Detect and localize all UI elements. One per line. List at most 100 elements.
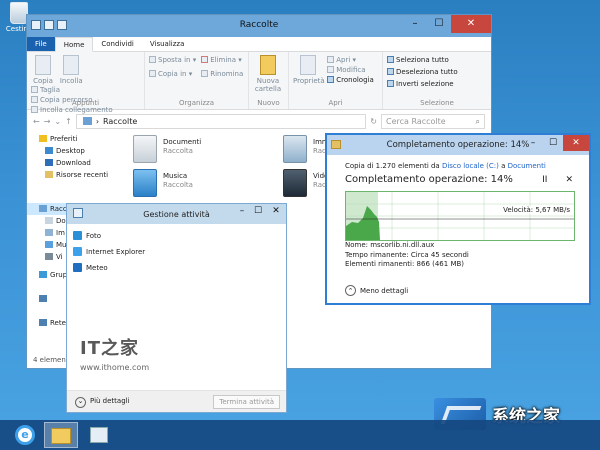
- copy-icon: [35, 55, 51, 75]
- copy-to-icon: [149, 70, 156, 77]
- speed-label: Velocità: 5,67 MB/s: [503, 206, 570, 214]
- taskbar-task-manager[interactable]: [82, 422, 116, 448]
- documents-icon: [45, 217, 53, 224]
- open-button[interactable]: Apri ▾: [327, 55, 374, 65]
- watermark: IT之家 www.ithome.com: [80, 334, 149, 372]
- pause-button[interactable]: II: [542, 175, 547, 185]
- maximize-button[interactable]: ☐: [250, 204, 266, 218]
- pictures-icon: [45, 229, 53, 236]
- taskbar-internet-explorer[interactable]: e: [8, 422, 42, 448]
- cut-button[interactable]: Taglia: [31, 85, 113, 95]
- close-button[interactable]: ✕: [451, 15, 491, 33]
- breadcrumb-separator: ›: [95, 116, 100, 126]
- list-item[interactable]: Internet Explorer: [73, 244, 280, 260]
- breadcrumb[interactable]: Raccolte: [103, 117, 137, 126]
- end-task-button[interactable]: Termina attività: [213, 395, 280, 409]
- history-button[interactable]: Cronologia: [327, 75, 374, 85]
- less-details-button[interactable]: Meno dettagli: [345, 285, 408, 296]
- copy-progress-dialog: Completamento operazione: 14% – ☐ ✕ Copi…: [325, 133, 591, 305]
- ribbon-group-nuovo: Nuova cartella Nuovo: [249, 52, 289, 109]
- nav-item-desktop[interactable]: Desktop: [27, 145, 119, 157]
- list-item[interactable]: Foto: [73, 228, 280, 244]
- tab-file[interactable]: File: [27, 37, 55, 51]
- tab-share[interactable]: Condividi: [93, 37, 141, 51]
- rename-icon: [201, 70, 209, 77]
- nav-item-download[interactable]: Download: [27, 157, 119, 169]
- computer-icon: [39, 295, 47, 302]
- copy-details: Nome: mscorlib.ni.dll.aux Tempo rimanent…: [345, 241, 469, 270]
- task-manager-icon: [90, 427, 108, 443]
- select-all-icon: [387, 56, 394, 63]
- close-button[interactable]: ✕: [563, 135, 589, 151]
- maximize-button[interactable]: ☐: [543, 135, 563, 151]
- copy-to-button[interactable]: Copia in ▾: [149, 69, 199, 79]
- library-item[interactable]: Documenti Raccolta: [133, 135, 263, 165]
- close-button[interactable]: ✕: [266, 204, 286, 218]
- rename-button[interactable]: Rinomina: [201, 69, 243, 79]
- up-arrow-icon[interactable]: ↑: [65, 117, 72, 126]
- search-input[interactable]: Cerca Raccolte: [381, 113, 485, 129]
- ribbon: Copia Incolla Taglia Copia percorso Inco…: [27, 52, 491, 114]
- explorer-titlebar[interactable]: Raccolte – ☐ ✕: [27, 15, 491, 37]
- library-item[interactable]: Musica Raccolta: [133, 169, 263, 199]
- back-arrow-icon[interactable]: ←: [33, 117, 40, 126]
- music-icon: [45, 241, 53, 248]
- internet-explorer-icon: [73, 247, 82, 256]
- select-all-button[interactable]: Seleziona tutto: [387, 55, 487, 65]
- source-link[interactable]: Disco locale (C:): [442, 162, 499, 170]
- paste-icon: [63, 55, 80, 75]
- group-label: Nuovo: [257, 99, 280, 107]
- paste-button[interactable]: Incolla: [59, 55, 83, 85]
- photos-icon: [73, 231, 82, 240]
- deselect-all-button[interactable]: Deseleziona tutto: [387, 67, 487, 77]
- transfer-rate-graph: Velocità: 5,67 MB/s: [345, 191, 575, 241]
- folder-icon: [51, 428, 71, 444]
- task-manager-titlebar[interactable]: Gestione attività – ☐ ✕: [67, 204, 286, 224]
- new-folder-button[interactable]: Nuova cartella: [253, 55, 283, 93]
- library-icon: [39, 205, 47, 212]
- minimize-button[interactable]: –: [403, 15, 427, 33]
- nav-item-recent[interactable]: Risorse recenti: [27, 169, 119, 181]
- edit-icon: [327, 66, 335, 73]
- download-icon: [45, 159, 53, 166]
- forward-arrow-icon[interactable]: →: [44, 117, 51, 126]
- new-folder-icon: [260, 55, 276, 75]
- ribbon-tabs: File Home Condividi Visualizza: [27, 37, 491, 52]
- documents-icon: [133, 135, 157, 163]
- maximize-button[interactable]: ☐: [427, 15, 451, 33]
- ribbon-group-appunti: Copia Incolla Taglia Copia percorso Inco…: [27, 52, 145, 114]
- edit-button[interactable]: Modifica: [327, 65, 374, 75]
- items-remaining: Elementi rimanenti: 866 (461 MB): [345, 260, 465, 268]
- minimize-button[interactable]: –: [234, 204, 250, 218]
- tab-home[interactable]: Home: [54, 37, 94, 52]
- copy-summary: Copia di 1.270 elementi da Disco locale …: [345, 162, 546, 170]
- copy-button[interactable]: Copia: [31, 55, 55, 85]
- address-bar[interactable]: › Raccolte: [75, 113, 367, 129]
- nav-item-favorites[interactable]: Preferiti: [27, 133, 119, 145]
- move-to-button[interactable]: Sposta in ▾: [149, 55, 199, 65]
- library-icon: [82, 117, 92, 125]
- chevron-down-icon[interactable]: ⌄: [54, 117, 61, 126]
- taskbar-file-explorer[interactable]: [44, 422, 78, 448]
- invert-selection-button[interactable]: Inverti selezione: [387, 79, 487, 89]
- copy-dialog-titlebar[interactable]: Completamento operazione: 14% – ☐ ✕: [327, 135, 589, 155]
- videos-icon: [283, 169, 307, 197]
- watermark-logo: IT之家: [80, 338, 139, 359]
- pictures-icon: [283, 135, 307, 163]
- minimize-button[interactable]: –: [523, 135, 543, 151]
- properties-button[interactable]: Proprietà: [293, 55, 325, 85]
- tab-view[interactable]: Visualizza: [142, 37, 192, 51]
- homegroup-icon: [39, 271, 47, 278]
- more-details-button[interactable]: Più dettagli: [75, 397, 130, 408]
- recent-places-icon: [45, 171, 53, 178]
- graph-grid: [346, 192, 574, 240]
- refresh-icon[interactable]: ↻: [370, 117, 377, 126]
- ribbon-group-selezione: Seleziona tutto Deseleziona tutto Invert…: [383, 52, 491, 109]
- cancel-button[interactable]: ✕: [565, 175, 573, 185]
- destination-link[interactable]: Documenti: [508, 162, 546, 170]
- weather-icon: [73, 263, 82, 272]
- move-icon: [149, 56, 156, 63]
- delete-button[interactable]: Elimina ▾: [201, 55, 243, 65]
- ribbon-group-apri: Proprietà Apri ▾ Modifica Cronologia Apr…: [289, 52, 383, 109]
- list-item[interactable]: Meteo: [73, 260, 280, 276]
